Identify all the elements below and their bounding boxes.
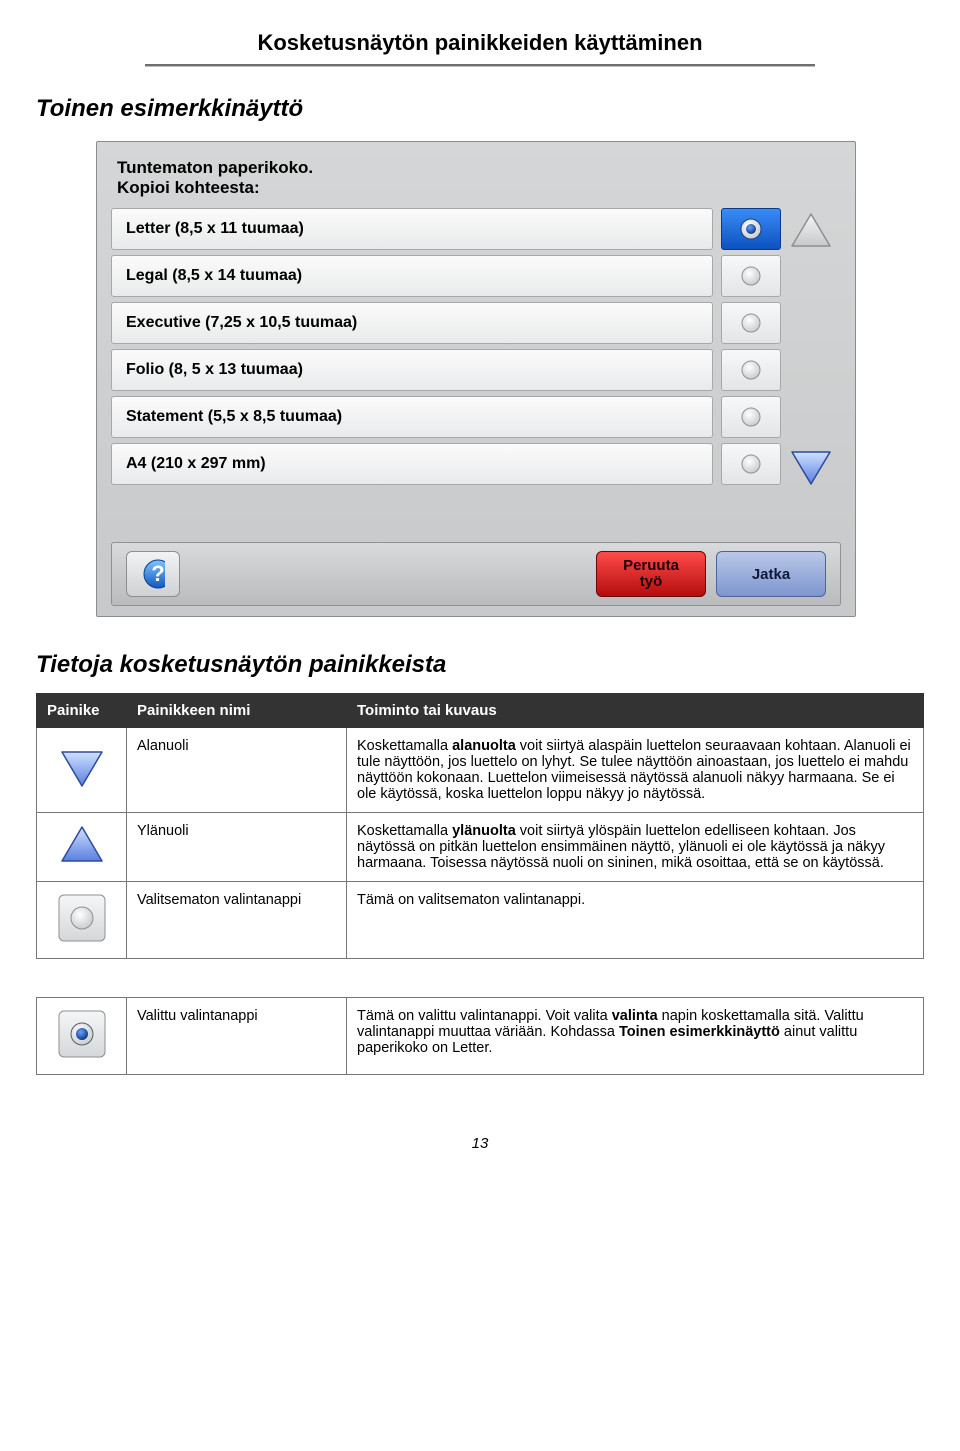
button-name-cell: Valitsematon valintanappi <box>127 882 347 959</box>
panel-footer: ? Peruuta työ Jatka <box>111 542 841 606</box>
list-item[interactable]: Legal (8,5 x 14 tuumaa) <box>111 255 713 297</box>
list-item[interactable]: Letter (8,5 x 11 tuumaa) <box>111 208 713 250</box>
button-name-cell: Ylänuoli <box>127 813 347 882</box>
continue-label: Jatka <box>752 566 790 583</box>
table-row: Valittu valintanappi Tämä on valittu val… <box>37 998 924 1075</box>
down-arrow-icon <box>57 746 107 794</box>
button-name-cell: Alanuoli <box>127 728 347 813</box>
help-button[interactable]: ? <box>126 551 180 597</box>
button-desc-cell: Tämä on valittu valintanappi. Voit valit… <box>347 998 924 1075</box>
help-icon: ? <box>141 557 165 591</box>
panel-prompt: Tuntematon paperikoko. Kopioi kohteesta: <box>117 158 841 198</box>
list-item[interactable]: Folio (8, 5 x 13 tuumaa) <box>111 349 713 391</box>
radio-unselected-icon <box>740 265 762 287</box>
radio-selected-icon <box>739 217 763 241</box>
button-desc-cell: Koskettamalla alanuolta voit siirtyä ala… <box>347 728 924 813</box>
list-item[interactable]: Statement (5,5 x 8,5 tuumaa) <box>111 396 713 438</box>
radio-unselected[interactable] <box>721 349 781 391</box>
title-divider <box>145 64 815 67</box>
radio-unselected[interactable] <box>721 255 781 297</box>
selected-radio-icon <box>56 1008 108 1064</box>
list-item[interactable]: A4 (210 x 297 mm) <box>111 443 713 485</box>
radio-unselected-icon <box>740 453 762 475</box>
button-desc-cell: Tämä on valitsematon valintanappi. <box>347 882 924 959</box>
example-screen-heading: Toinen esimerkkinäyttö <box>36 95 924 123</box>
col-header-name: Painikkeen nimi <box>127 694 347 728</box>
col-header-button: Painike <box>37 694 127 728</box>
button-name-cell: Valittu valintanappi <box>127 998 347 1075</box>
radio-selected[interactable] <box>721 208 781 250</box>
table-row: Ylänuoli Koskettamalla ylänuolta voit si… <box>37 813 924 882</box>
scroll-down-icon[interactable] <box>788 448 834 488</box>
radio-unselected-icon <box>740 406 762 428</box>
continue-button[interactable]: Jatka <box>716 551 826 597</box>
touchscreen-panel: Tuntematon paperikoko. Kopioi kohteesta:… <box>96 141 856 617</box>
table-row: Alanuoli Koskettamalla alanuolta voit si… <box>37 728 924 813</box>
panel-prompt-line2: Kopioi kohteesta: <box>117 178 841 198</box>
radio-unselected[interactable] <box>721 302 781 344</box>
cancel-label-line2: työ <box>640 574 663 590</box>
page-title: Kosketusnäytön painikkeiden käyttäminen <box>257 30 702 55</box>
radio-unselected-icon <box>740 312 762 334</box>
page-number: 13 <box>36 1135 924 1152</box>
radio-unselected-icon <box>740 359 762 381</box>
col-header-desc: Toiminto tai kuvaus <box>347 694 924 728</box>
button-desc-cell: Koskettamalla ylänuolta voit siirtyä ylö… <box>347 813 924 882</box>
button-info-table: Painike Painikkeen nimi Toiminto tai kuv… <box>36 693 924 959</box>
panel-prompt-line1: Tuntematon paperikoko. <box>117 158 841 178</box>
list-item[interactable]: Executive (7,25 x 10,5 tuumaa) <box>111 302 713 344</box>
unselected-radio-icon <box>56 892 108 948</box>
radio-unselected[interactable] <box>721 396 781 438</box>
radio-unselected[interactable] <box>721 443 781 485</box>
cancel-label-line1: Peruuta <box>623 558 679 574</box>
scroll-up-disabled-icon[interactable] <box>788 210 834 250</box>
up-arrow-icon <box>57 823 107 871</box>
cancel-job-button[interactable]: Peruuta työ <box>596 551 706 597</box>
button-info-table-2: Valittu valintanappi Tämä on valittu val… <box>36 997 924 1075</box>
info-section-heading: Tietoja kosketusnäytön painikkeista <box>36 651 924 679</box>
svg-text:?: ? <box>151 561 164 586</box>
paper-size-list: Letter (8,5 x 11 tuumaa) Legal (8,5 x 14… <box>111 208 713 490</box>
table-row: Valitsematon valintanappi Tämä on valits… <box>37 882 924 959</box>
